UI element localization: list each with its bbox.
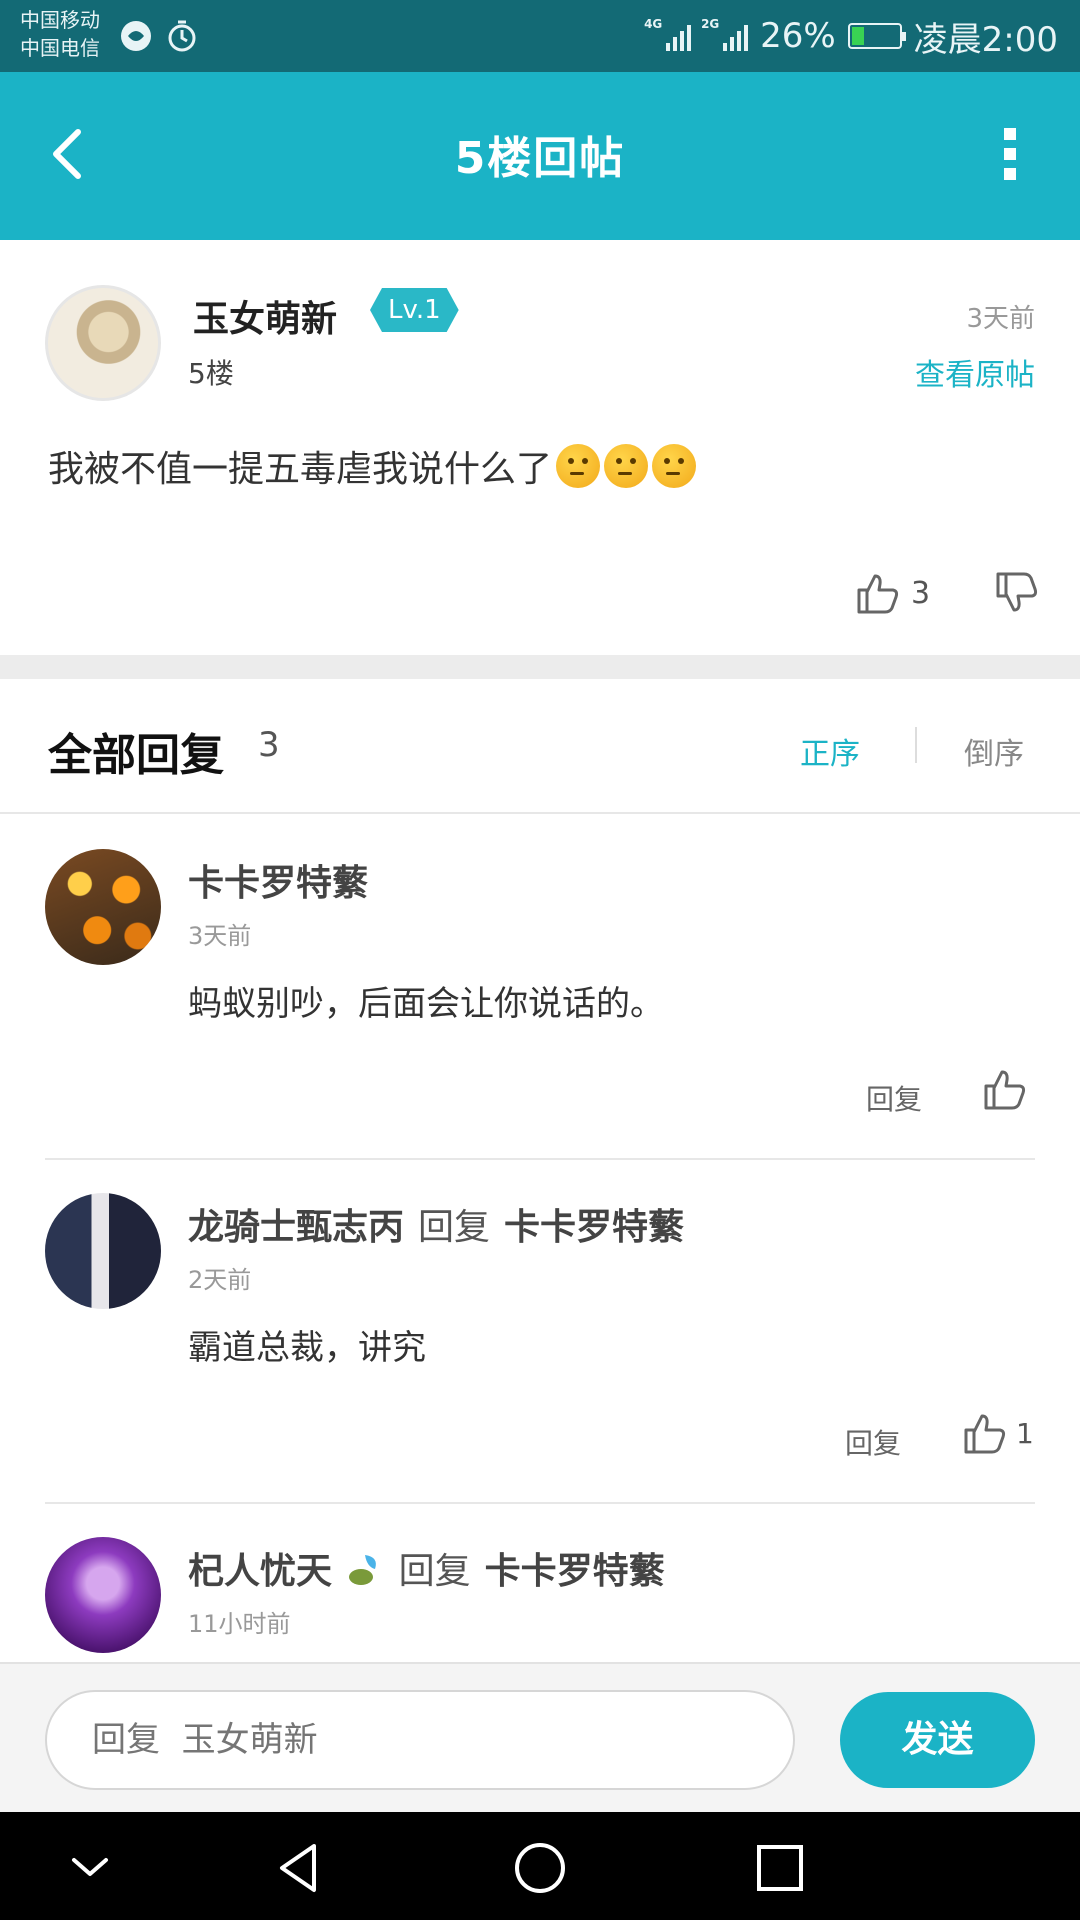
divider bbox=[915, 727, 917, 763]
timer-icon bbox=[168, 20, 196, 52]
post-time: 3天前 bbox=[966, 304, 1035, 334]
recents-square-icon[interactable] bbox=[752, 1840, 808, 1896]
status-bar: 中国移动 中国电信 4G 2G 26% 凌晨2:00 bbox=[0, 0, 1080, 72]
like-count: 1 bbox=[1016, 1416, 1034, 1450]
post-floor: 5楼 bbox=[188, 357, 234, 390]
avatar[interactable] bbox=[45, 285, 161, 401]
reply-header-line: 龙骑士甄志丙 回复 卡卡罗特蘩 bbox=[188, 1198, 684, 1250]
avatar[interactable] bbox=[45, 849, 161, 965]
reply-author[interactable]: 龙骑士甄志丙 bbox=[188, 1207, 404, 1248]
list-item: 杞人忧天 回复 卡卡罗特蘩 11小时前 bbox=[0, 1504, 1080, 1662]
like-button[interactable]: 1 bbox=[962, 1410, 1034, 1456]
thinking-face-icon bbox=[556, 444, 601, 488]
signal-4g-icon: 4G bbox=[644, 17, 692, 51]
reply-header-line: 杞人忧天 回复 卡卡罗特蘩 bbox=[188, 1542, 665, 1594]
reply-author[interactable]: 杞人忧天 bbox=[188, 1551, 332, 1592]
leaf-tea-icon bbox=[348, 1555, 376, 1585]
page-title: 5楼回帖 bbox=[454, 133, 626, 184]
list-item: 龙骑士甄志丙 回复 卡卡罗特蘩 2天前 霸道总裁，讲究 回复 1 bbox=[0, 1160, 1080, 1504]
like-button[interactable] bbox=[982, 1066, 1028, 1112]
thinking-face-icon bbox=[604, 444, 649, 488]
post-like-count: 3 bbox=[911, 575, 931, 611]
post-like-button[interactable]: 3 bbox=[855, 570, 930, 616]
reply-target[interactable]: 卡卡罗特蘩 bbox=[504, 1207, 684, 1248]
thumbs-down-icon[interactable] bbox=[994, 570, 1040, 616]
section-gap bbox=[0, 655, 1080, 679]
reply-time: 3天前 bbox=[188, 922, 252, 950]
level-badge: Lv.1 bbox=[370, 288, 459, 332]
signal-2g-icon: 2G bbox=[701, 17, 749, 51]
reply-author[interactable]: 卡卡罗特蘩 bbox=[188, 854, 368, 906]
reply-input-bar: 发送 bbox=[0, 1662, 1080, 1812]
thumbs-up-icon bbox=[984, 1070, 1026, 1110]
reply-time: 2天前 bbox=[188, 1266, 252, 1294]
carrier-2: 中国电信 bbox=[20, 36, 100, 60]
system-nav-bar bbox=[0, 1812, 1080, 1920]
sort-descending-tab[interactable]: 倒序 bbox=[964, 729, 1024, 773]
home-circle-icon[interactable] bbox=[512, 1840, 568, 1896]
sort-ascending-tab[interactable]: 正序 bbox=[800, 729, 860, 773]
app-notification-icon bbox=[121, 21, 151, 51]
thumbs-up-icon bbox=[964, 1414, 1006, 1454]
thumbs-up-icon bbox=[857, 574, 899, 614]
thinking-face-icon bbox=[652, 444, 697, 488]
reply-text: 霸道总裁，讲究 bbox=[188, 1328, 426, 1368]
reply-input[interactable] bbox=[45, 1690, 795, 1790]
reply-button[interactable]: 回复 bbox=[845, 1422, 901, 1462]
app-header: 5楼回帖 bbox=[0, 72, 1080, 240]
reply-target[interactable]: 卡卡罗特蘩 bbox=[485, 1551, 665, 1592]
replies-title: 全部回复 bbox=[48, 730, 224, 781]
reply-text: 蚂蚁别吵，后面会让你说话的。 bbox=[188, 984, 664, 1024]
original-post: 玉女萌新 Lv.1 3天前 5楼 查看原帖 我被不值一提五毒虐我说什么了 3 bbox=[0, 240, 1080, 655]
post-author[interactable]: 玉女萌新 bbox=[193, 290, 337, 342]
battery-icon bbox=[847, 23, 906, 49]
view-original-link[interactable]: 查看原帖 bbox=[915, 350, 1035, 394]
more-vertical-icon[interactable] bbox=[1000, 128, 1020, 180]
reply-time: 11小时前 bbox=[188, 1610, 291, 1638]
list-item: 卡卡罗特蘩 3天前 蚂蚁别吵，后面会让你说话的。 回复 bbox=[0, 816, 1080, 1160]
avatar[interactable] bbox=[45, 1193, 161, 1309]
avatar[interactable] bbox=[45, 1537, 161, 1653]
send-button[interactable]: 发送 bbox=[840, 1692, 1035, 1788]
post-content: 我被不值一提五毒虐我说什么了 bbox=[48, 440, 697, 492]
clock: 凌晨2:00 bbox=[913, 19, 1058, 60]
reply-button[interactable]: 回复 bbox=[866, 1078, 922, 1118]
battery-percent: 26% bbox=[760, 16, 836, 56]
carrier-1: 中国移动 bbox=[20, 8, 100, 32]
post-text: 我被不值一提五毒虐我说什么了 bbox=[48, 449, 553, 490]
replies-header: 全部回复 3 正序 倒序 bbox=[0, 679, 1080, 814]
chevron-down-icon[interactable] bbox=[62, 1840, 118, 1896]
reply-keyword: 回复 bbox=[398, 1551, 471, 1592]
reply-keyword: 回复 bbox=[418, 1207, 491, 1248]
replies-count: 3 bbox=[258, 725, 280, 765]
carrier-info: 中国移动 中国电信 bbox=[20, 6, 100, 62]
back-triangle-icon[interactable] bbox=[272, 1840, 328, 1896]
